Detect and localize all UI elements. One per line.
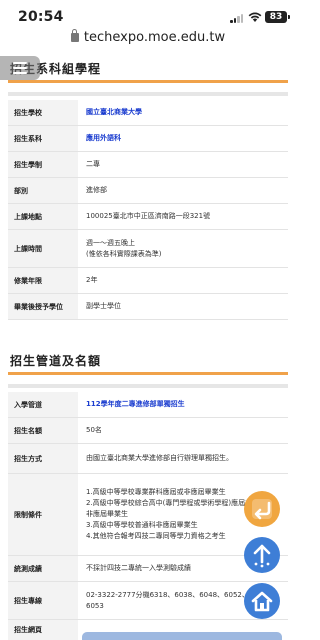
row-value: 進修部 — [86, 186, 107, 194]
wifi-icon — [248, 12, 262, 22]
address-bar[interactable]: techexpo.moe.edu.tw — [0, 26, 296, 50]
row-label: 修業年限 — [8, 268, 78, 293]
row-label: 限制條件 — [8, 474, 78, 555]
admission-webpage-link[interactable] — [82, 632, 282, 640]
return-arrow-icon — [252, 499, 272, 520]
row-label: 統測成績 — [8, 556, 78, 581]
menu-button[interactable] — [0, 56, 40, 80]
row-label: 部別 — [8, 178, 78, 203]
row-value: 副學士學位 — [86, 302, 121, 310]
home-button[interactable] — [244, 583, 280, 619]
row-label: 上課地點 — [8, 204, 78, 229]
lock-icon — [70, 29, 79, 42]
table-row: 入學管道 112學年度二專進修部單獨招生 — [8, 392, 288, 418]
row-value: 50名 — [86, 426, 102, 434]
hamburger-menu-icon — [13, 62, 27, 64]
section-title-admission: 招生管道及名額 — [10, 354, 102, 368]
battery-icon: 83 — [265, 11, 290, 23]
row-label: 招生名額 — [8, 418, 78, 443]
table-top-border — [8, 92, 288, 96]
table-row: 招生名額 50名 — [8, 418, 288, 444]
table-row: 修業年限 2年 — [8, 268, 288, 294]
home-icon — [251, 591, 273, 612]
row-label: 畢業後授予學位 — [8, 294, 78, 319]
table-row: 畢業後授予學位 副學士學位 — [8, 294, 288, 320]
row-label: 招生學制 — [8, 152, 78, 177]
table-row: 部別 進修部 — [8, 178, 288, 204]
back-button[interactable] — [244, 491, 280, 527]
program-info-table: 招生學校 國立臺北商業大學 招生系科 應用外語科 招生學制 二專 部別 進修部 … — [8, 100, 288, 320]
cellular-signal-icon — [230, 13, 244, 23]
scroll-top-button[interactable] — [244, 537, 280, 573]
table-row: 招生學校 國立臺北商業大學 — [8, 100, 288, 126]
table-row: 招生學制 二專 — [8, 152, 288, 178]
row-label: 入學管道 — [8, 392, 78, 417]
table-row: 上課地點 100025臺北市中正區濟南路一段321號 — [8, 204, 288, 230]
url-text: techexpo.moe.edu.tw — [83, 30, 226, 45]
scroll-top-icon — [253, 544, 271, 568]
row-value: 100025臺北市中正區濟南路一段321號 — [86, 212, 211, 220]
section-divider — [8, 80, 288, 83]
row-label: 招生專線 — [8, 582, 78, 619]
school-link[interactable]: 國立臺北商業大學 — [78, 100, 288, 125]
row-value: 二專 — [86, 160, 100, 168]
department-link[interactable]: 應用外語科 — [78, 126, 288, 151]
row-label: 招生網頁 — [8, 620, 78, 640]
row-value: 週一～週五晚上 (惟依各科實際課表為準) — [86, 238, 162, 258]
table-row: 招生系科 應用外語科 — [8, 126, 288, 152]
row-label: 招生系科 — [8, 126, 78, 151]
row-value: 由國立臺北商業大學進修部自行辦理單獨招生。 — [86, 454, 233, 462]
admission-channel-link[interactable]: 112學年度二專進修部單獨招生 — [78, 392, 288, 417]
row-value: 2年 — [86, 276, 98, 284]
row-label: 上課時間 — [8, 230, 78, 267]
table-row: 招生方式 由國立臺北商業大學進修部自行辦理單獨招生。 — [8, 444, 288, 474]
table-row: 上課時間 週一～週五晚上 (惟依各科實際課表為準) — [8, 230, 288, 268]
status-time: 20:54 — [18, 9, 64, 25]
table-top-border — [8, 384, 288, 388]
row-label: 招生學校 — [8, 100, 78, 125]
section-divider — [8, 372, 288, 375]
row-label: 招生方式 — [8, 444, 78, 473]
